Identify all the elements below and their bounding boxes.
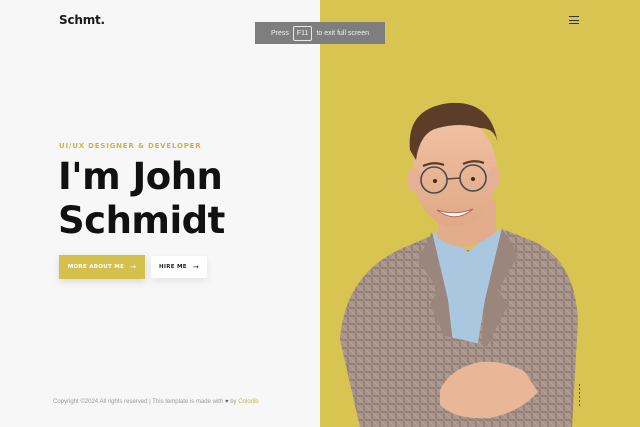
hamburger-menu-icon[interactable]: [569, 16, 579, 24]
arrow-right-icon: →: [192, 263, 200, 271]
hero-title-line-2: Schmidt: [58, 199, 225, 242]
hire-me-button[interactable]: HIRE ME →: [151, 256, 207, 278]
arrow-right-icon: →: [130, 263, 137, 271]
footer-by: by: [230, 399, 237, 405]
more-about-me-label: MORE ABOUT ME: [67, 264, 125, 270]
heart-icon: ♥: [224, 399, 229, 405]
menu-line: [569, 23, 579, 24]
fullscreen-notice-prefix: Press: [271, 29, 289, 37]
footer-copyright: Copyright ©2024 All rights reserved | Th…: [53, 399, 259, 405]
site-logo[interactable]: Schmt.: [59, 13, 105, 27]
footer-text: Copyright ©2024 All rights reserved | Th…: [53, 399, 224, 405]
hero-title: I'm John Schmidt: [58, 155, 225, 243]
more-about-me-button[interactable]: MORE ABOUT ME →: [59, 255, 145, 279]
page: Schmt. Press F11 to exit full screen UI/…: [0, 0, 640, 427]
hero-title-line-1: I'm John: [58, 155, 223, 198]
menu-line: [569, 19, 579, 21]
colorlib-link[interactable]: Colorlib: [238, 399, 258, 405]
fullscreen-notice: Press F11 to exit full screen: [255, 22, 385, 44]
f11-key-badge: F11: [292, 25, 313, 41]
portrait-image: [340, 102, 578, 427]
menu-line: [569, 16, 579, 17]
scroll-indicator: [579, 384, 580, 406]
hire-me-label: HIRE ME: [158, 264, 187, 270]
fullscreen-notice-suffix: to exit full screen: [316, 29, 369, 37]
hero-subtitle: UI/UX DESIGNER & DEVELOPER: [59, 142, 202, 150]
